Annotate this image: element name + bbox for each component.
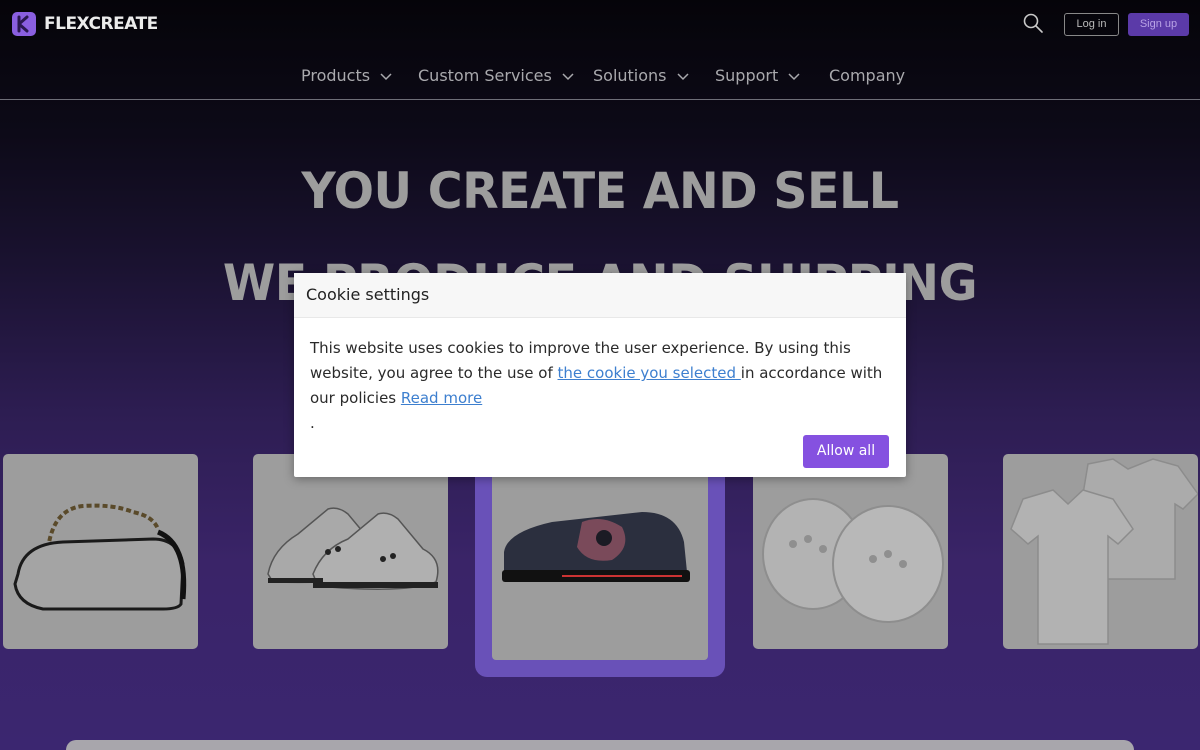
nav-item-company[interactable]: Company [829, 66, 905, 85]
slip-on-shoe-image [502, 512, 690, 582]
nav-item-label: Custom Services [418, 66, 552, 85]
product-card-shirts[interactable] [1003, 454, 1198, 649]
nav-item-custom-services[interactable]: Custom Services [418, 66, 574, 85]
nav-item-label: Company [829, 66, 906, 85]
chevron-down-icon [788, 72, 800, 80]
chevron-down-icon [562, 72, 574, 80]
bottom-section-edge [66, 740, 1134, 750]
product-card-handbag[interactable] [3, 454, 198, 649]
brand-name: FLEXCREATE [44, 14, 158, 34]
flexcreate-logo-icon [12, 12, 36, 36]
login-button[interactable]: Log in [1064, 13, 1119, 36]
hero-headline: YOU CREATE AND SELL [301, 162, 899, 220]
nav-item-products[interactable]: Products [301, 66, 392, 85]
allow-all-button[interactable]: Allow all [803, 435, 889, 468]
search-icon[interactable] [1022, 12, 1044, 34]
cookie-dialog-body: This website uses cookies to improve the… [294, 318, 906, 436]
product-card-slip-on-shoe[interactable] [492, 452, 708, 660]
cookie-selected-link[interactable]: the cookie you selected [558, 364, 741, 382]
product-card-sneakers[interactable] [253, 454, 448, 649]
handbag-image [13, 503, 187, 611]
nav-item-label: Support [715, 66, 779, 85]
chevron-down-icon [676, 72, 689, 80]
nav-item-support[interactable]: Support [715, 66, 800, 85]
chevron-down-icon [380, 72, 392, 80]
cookie-text-end: . [310, 414, 315, 432]
brand[interactable]: FLEXCREATE [12, 12, 158, 36]
read-more-link[interactable]: Read more [401, 389, 482, 407]
product-card-clogs[interactable] [753, 454, 948, 649]
signup-button[interactable]: Sign up [1128, 13, 1189, 36]
nav-item-label: Products [301, 66, 371, 85]
top-bar: FLEXCREATE Log in Sign up [0, 0, 1200, 50]
shirts-image [1010, 458, 1198, 645]
nav-item-label: Solutions [593, 66, 667, 85]
sneakers-image [267, 507, 439, 590]
main-nav: Products Custom Services Solutions Suppo… [0, 52, 1200, 100]
nav-item-solutions[interactable]: Solutions [593, 66, 689, 85]
clogs-image [762, 498, 944, 623]
cookie-dialog-title: Cookie settings [294, 273, 906, 318]
cookie-dialog: Cookie settings This website uses cookie… [294, 273, 906, 477]
